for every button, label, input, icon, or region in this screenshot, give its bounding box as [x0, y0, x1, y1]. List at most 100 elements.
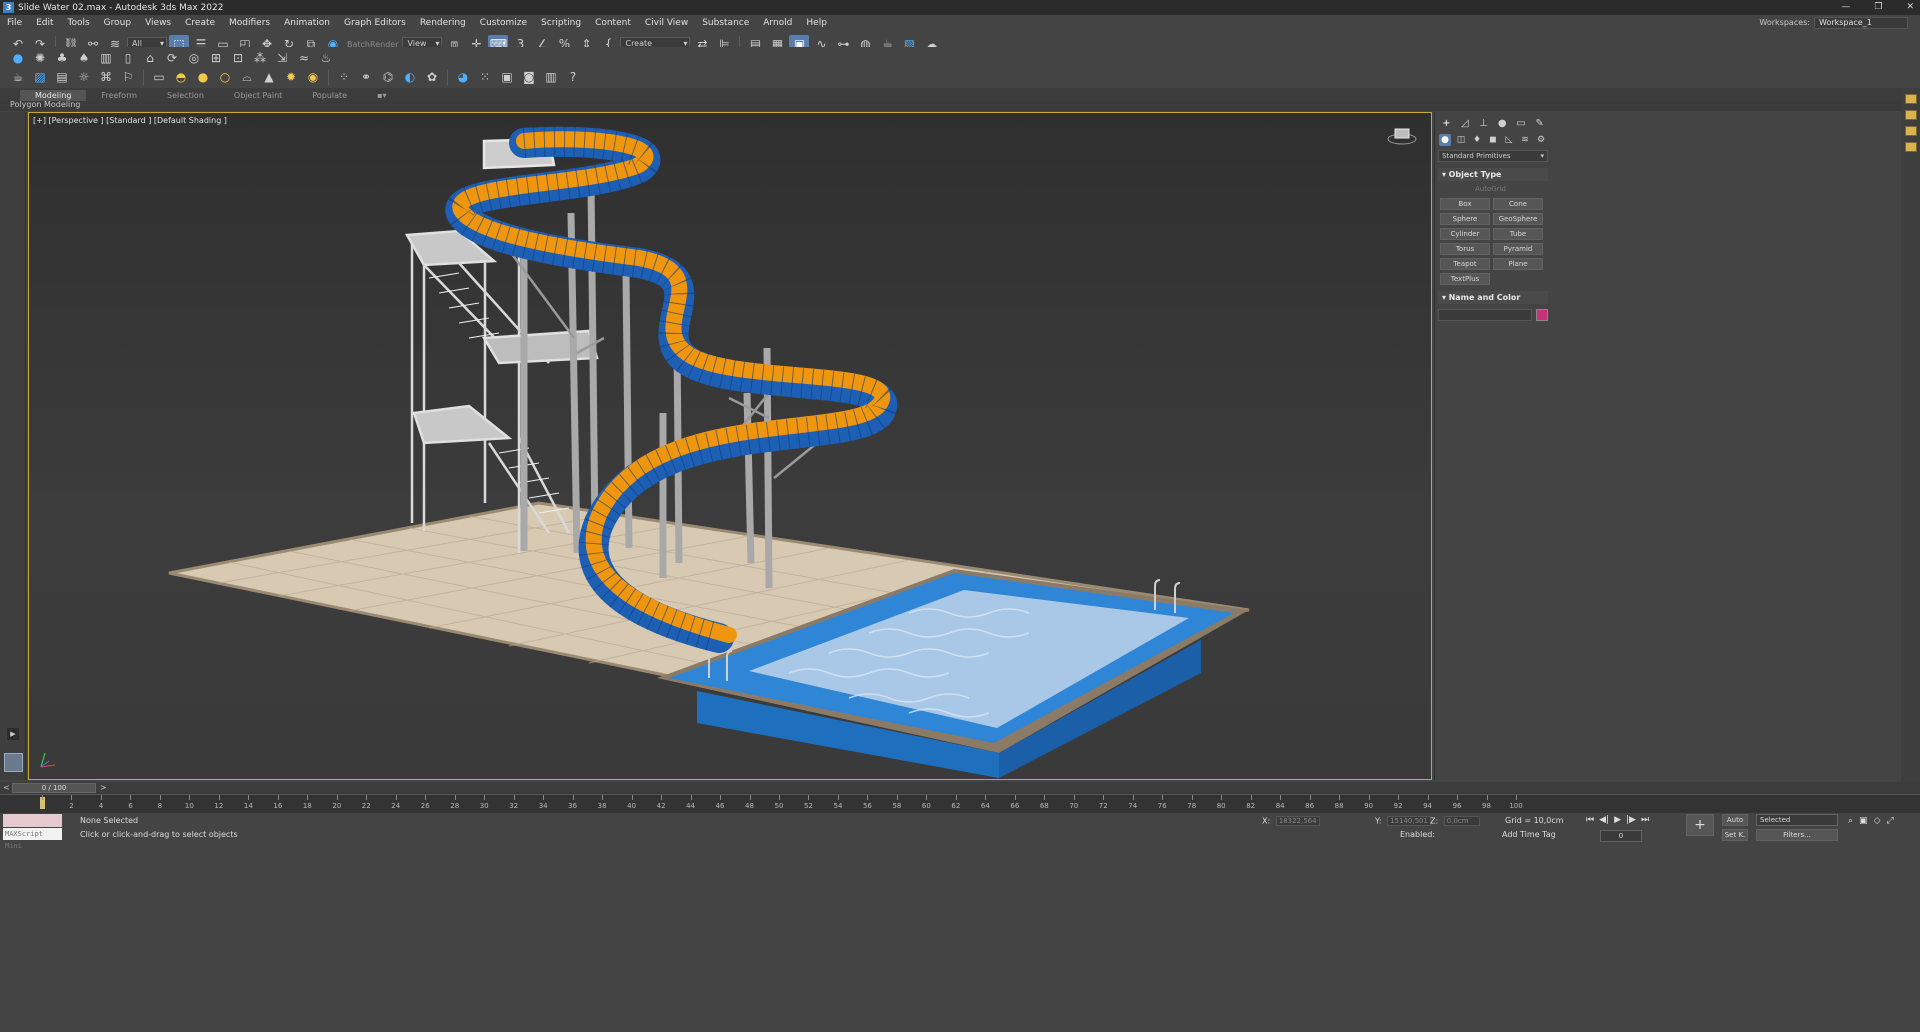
sun-icon[interactable]: ✺	[30, 49, 50, 67]
create-tab-icon[interactable]: +	[1439, 118, 1453, 130]
folder-icon[interactable]	[1904, 126, 1917, 136]
globe-icon[interactable]: ◎	[184, 49, 204, 67]
plant-icon[interactable]: ✿	[422, 68, 442, 86]
circle-icon[interactable]: ○	[215, 68, 235, 86]
network-icon[interactable]: ⌬	[378, 68, 398, 86]
material-sphere-icon[interactable]: ◕	[453, 68, 473, 86]
palette-icon[interactable]: ⁙	[475, 68, 495, 86]
y-coordinate-field[interactable]: 15140,501	[1387, 816, 1432, 826]
cameras-icon[interactable]: ⌘	[96, 68, 116, 86]
key-filters-button[interactable]: Filters...	[1756, 829, 1838, 841]
arrow-icon[interactable]: ⇲	[272, 49, 292, 67]
current-frame-field[interactable]: 0	[1600, 830, 1642, 842]
menu-help[interactable]: Help	[799, 18, 834, 28]
shapes-icon[interactable]: ◫	[1455, 134, 1467, 146]
help-icon[interactable]: ?	[563, 68, 583, 86]
frame-buffer-icon[interactable]: ▤	[52, 68, 72, 86]
z-coordinate-field[interactable]: 0,0cm	[1443, 816, 1480, 826]
maxscript-listener-input[interactable]	[3, 814, 62, 827]
minimize-button[interactable]: —	[1841, 0, 1850, 15]
menu-tools[interactable]: Tools	[61, 18, 97, 28]
folder-icon[interactable]	[1904, 110, 1917, 120]
prev-key-icon[interactable]: ◀|	[1599, 815, 1609, 825]
object-color-swatch[interactable]	[1536, 309, 1548, 321]
x-coordinate-field[interactable]: 18322,564	[1275, 816, 1320, 826]
grid-icon[interactable]: ⊡	[228, 49, 248, 67]
tab-freeform[interactable]: Freeform	[86, 90, 152, 101]
viewport-label[interactable]: [+] [Perspective ] [Standard ] [Default …	[33, 116, 227, 125]
geosphere-button[interactable]: GeoSphere	[1493, 213, 1543, 225]
modify-tab-icon[interactable]: ◿	[1458, 118, 1472, 130]
ribbon-options-icon[interactable]: ▪▾	[362, 90, 401, 101]
book-icon[interactable]: ▥	[96, 49, 116, 67]
autogrid-checkbox[interactable]: AutoGrid	[1475, 183, 1548, 195]
frame-icon[interactable]: ⊞	[206, 49, 226, 67]
maximize-viewport-icon[interactable]: ⤢	[1886, 816, 1893, 826]
menu-animation[interactable]: Animation	[277, 18, 337, 28]
maxscript-mini-input[interactable]: MAXScript Mini	[3, 828, 62, 850]
menu-file[interactable]: File	[0, 18, 29, 28]
render-icon[interactable]: ▨	[30, 68, 50, 86]
adaptive-degradation-label[interactable]: Enabled:	[1400, 830, 1435, 839]
menu-arnold[interactable]: Arnold	[756, 18, 799, 28]
lights-icon[interactable]: ♦	[1471, 134, 1483, 146]
go-to-start-icon[interactable]: ⏮	[1586, 815, 1594, 825]
close-button[interactable]: ✕	[1906, 0, 1914, 15]
menu-create[interactable]: Create	[178, 18, 222, 28]
viewport-layout-icon[interactable]	[4, 753, 23, 772]
play-icon[interactable]: ▶	[1614, 815, 1621, 825]
rotate-view-icon[interactable]: ⟳	[162, 49, 182, 67]
teapot-button[interactable]: Teapot	[1440, 258, 1490, 270]
cameras-icon[interactable]: ◼	[1487, 134, 1499, 146]
menu-content[interactable]: Content	[588, 18, 638, 28]
menu-rendering[interactable]: Rendering	[413, 18, 473, 28]
key-filter-dropdown[interactable]: Selected	[1756, 814, 1838, 826]
light-icon[interactable]: ●	[8, 49, 28, 67]
arnold-icon[interactable]: ▣	[497, 68, 517, 86]
set-key-icon[interactable]: +	[1686, 814, 1714, 836]
restore-button[interactable]: ❐	[1874, 0, 1882, 15]
box-button[interactable]: Box	[1440, 198, 1490, 210]
plane-button[interactable]: Plane	[1493, 258, 1543, 270]
door-icon[interactable]: ▯	[118, 49, 138, 67]
go-to-end-icon[interactable]: ⏭	[1641, 815, 1649, 825]
field-of-view-icon[interactable]: ◇	[1874, 816, 1881, 826]
teapot-icon[interactable]: ☕	[8, 68, 28, 86]
scatter-icon[interactable]: ⁘	[334, 68, 354, 86]
hat-icon[interactable]: ⌓	[237, 68, 257, 86]
tree-icon[interactable]: ♣	[52, 49, 72, 67]
object-name-input[interactable]	[1438, 309, 1532, 321]
sphere-icon[interactable]: ●	[193, 68, 213, 86]
name-and-color-rollout[interactable]: Name and Color	[1438, 291, 1548, 304]
tab-object-paint[interactable]: Object Paint	[219, 90, 297, 101]
next-frame-icon[interactable]: >	[100, 782, 107, 794]
tab-populate[interactable]: Populate	[297, 90, 362, 101]
menu-civil-view[interactable]: Civil View	[638, 18, 695, 28]
menu-scripting[interactable]: Scripting	[534, 18, 588, 28]
light-lister-icon[interactable]: ☼	[74, 68, 94, 86]
world-icon[interactable]: ◐	[400, 68, 420, 86]
geometry-icon[interactable]: ●	[1439, 134, 1451, 146]
timeline-ruler[interactable]: 0 2 4 6 8 10 12 14 16 18 20 22 24 26 28 30 32 34 36 38 40 42 4…	[0, 794, 1920, 812]
polygon-modeling-label[interactable]: Polygon Modeling	[10, 100, 80, 109]
primitive-category-dropdown[interactable]: Standard Primitives	[1438, 150, 1548, 162]
connect-icon[interactable]: ⚭	[356, 68, 376, 86]
cloth-icon[interactable]: ⚐	[118, 68, 138, 86]
zoom-extents-icon[interactable]: ▣	[1859, 816, 1868, 826]
particles-icon[interactable]: ⁂	[250, 49, 270, 67]
bulb-icon[interactable]: ♨	[316, 49, 336, 67]
prev-frame-icon[interactable]: <	[3, 782, 10, 794]
set-key-button[interactable]: Set K.	[1722, 829, 1748, 841]
next-key-icon[interactable]: |▶	[1626, 815, 1636, 825]
cylinder-button[interactable]: Cylinder	[1440, 228, 1490, 240]
spacewarps-icon[interactable]: ≋	[1519, 134, 1531, 146]
workspace-select[interactable]: Workspace_1	[1814, 17, 1908, 29]
menu-group[interactable]: Group	[97, 18, 138, 28]
display-tab-icon[interactable]: ▭	[1514, 118, 1528, 130]
object-type-rollout[interactable]: Object Type	[1438, 168, 1548, 181]
comment-icon[interactable]: ▭	[149, 68, 169, 86]
menu-views[interactable]: Views	[138, 18, 178, 28]
motion-tab-icon[interactable]: ●	[1495, 118, 1509, 130]
time-slider[interactable]: 0 / 100	[12, 783, 96, 793]
log-icon[interactable]: ▥	[541, 68, 561, 86]
